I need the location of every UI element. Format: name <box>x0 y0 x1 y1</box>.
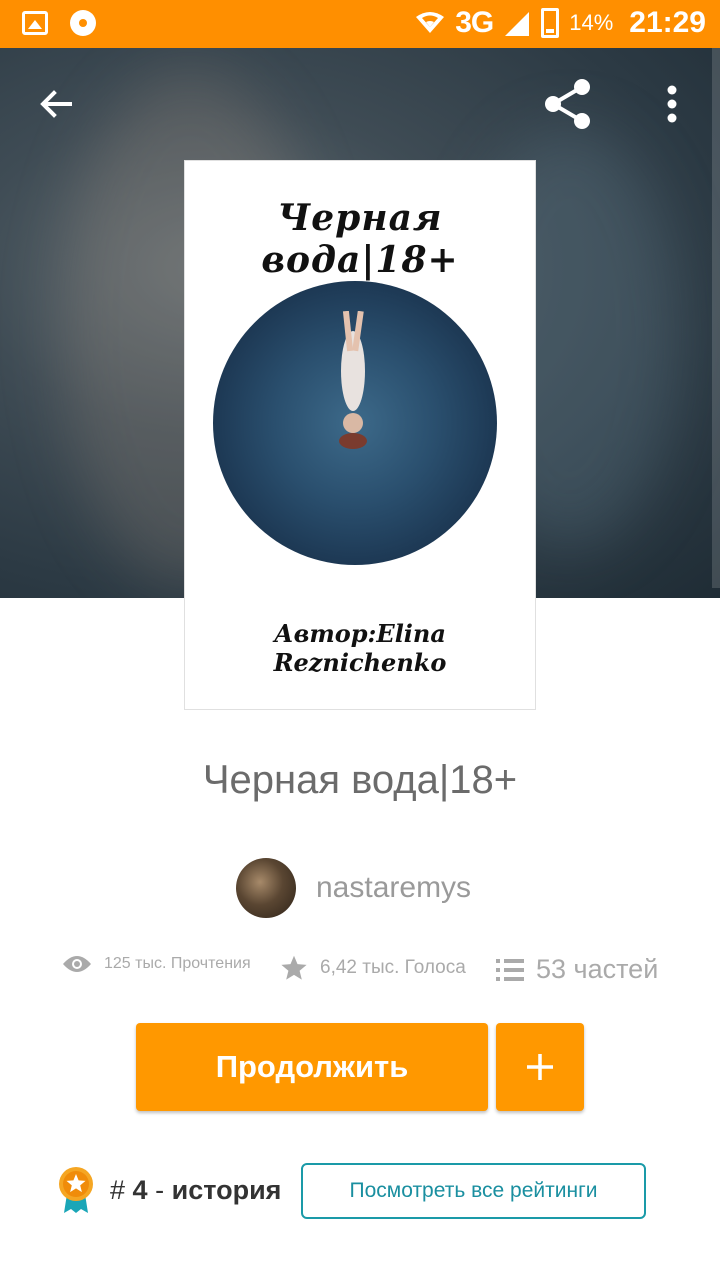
network-type: 3G <box>455 6 494 39</box>
status-bar: 3G 14% 21:29 <box>0 0 720 48</box>
plus-icon <box>527 1054 553 1080</box>
medal-icon <box>59 1167 93 1213</box>
more-options-button[interactable] <box>644 76 700 132</box>
book-cover[interactable]: Черная вода|18+ Автор:Elina Reznichenko <box>184 160 536 710</box>
avatar[interactable] <box>236 858 296 918</box>
battery-percentage: 14% <box>569 10 614 35</box>
signal-icon <box>505 12 530 36</box>
back-button[interactable] <box>28 76 84 132</box>
share-button[interactable] <box>540 76 596 132</box>
wifi-icon <box>416 12 445 33</box>
battery-charging-icon <box>541 8 560 38</box>
votes-stat: 6,42 тыс. Голоса <box>280 954 466 982</box>
share-icon <box>545 79 590 129</box>
parts-count: 53 частей <box>536 954 659 984</box>
cover-photo <box>213 281 497 565</box>
votes-count: 6,42 тыс. Голоса <box>320 957 466 978</box>
rank-label: # 4 - история <box>110 1175 281 1206</box>
media-icon <box>70 10 96 36</box>
rank-hash: # <box>110 1174 126 1205</box>
list-icon <box>496 958 524 981</box>
story-title: Черная вода|18+ <box>202 758 518 802</box>
story-stats: 125 тыс. Прочтения 6,42 тыс. Голоса 53 ч… <box>62 954 662 994</box>
add-to-library-button[interactable] <box>496 1023 584 1111</box>
back-arrow-icon <box>40 90 72 118</box>
ranking-row: # 4 - история <box>56 1166 281 1214</box>
view-all-rankings-button[interactable]: Посмотреть все рейтинги <box>301 1163 646 1219</box>
reads-stat: 125 тыс. Прочтения <box>62 954 251 974</box>
reads-count: 125 тыс. Прочтения <box>104 955 251 972</box>
clock: 21:29 <box>629 6 706 39</box>
continue-reading-button[interactable]: Продолжить <box>136 1023 488 1111</box>
author-name[interactable]: nastaremys <box>316 871 471 905</box>
image-icon <box>22 11 48 35</box>
cover-title: Черная вода|18+ <box>261 197 459 281</box>
cover-author: Автор:Elina Reznichenko <box>273 619 447 677</box>
rank-number: 4 <box>132 1174 148 1205</box>
parts-stat: 53 частей <box>496 954 658 985</box>
star-icon <box>281 955 307 980</box>
more-vert-icon <box>667 85 677 123</box>
rank-separator: - <box>155 1174 165 1205</box>
author-link[interactable]: nastaremys <box>236 858 471 918</box>
rank-category: история <box>171 1174 282 1205</box>
eye-icon <box>63 956 91 972</box>
